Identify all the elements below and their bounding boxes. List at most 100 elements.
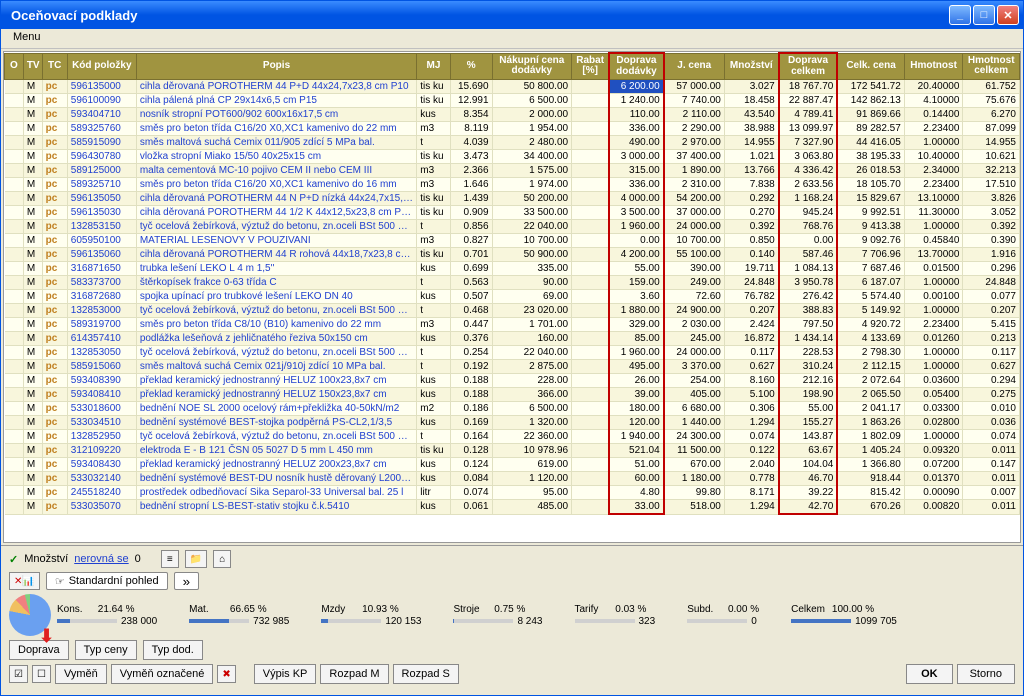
table-cell	[572, 500, 610, 515]
column-header[interactable]: TV	[23, 53, 42, 80]
table-row[interactable]: Mpc593408390překlad keramický jednostran…	[5, 374, 1020, 388]
table-cell: 254.00	[664, 374, 725, 388]
table-row[interactable]: Mpc585915090směs maltová suchá Cemix 011…	[5, 136, 1020, 150]
table-cell: 8.160	[724, 374, 778, 388]
remove-button[interactable]: ✖	[217, 665, 235, 683]
table-row[interactable]: Mpc596430780vložka stropní Miako 15/50 4…	[5, 150, 1020, 164]
table-row[interactable]: Mpc593408430překlad keramický jednostran…	[5, 458, 1020, 472]
typ-ceny-button[interactable]: Typ ceny	[75, 640, 137, 660]
maximize-button[interactable]: □	[973, 5, 995, 25]
table-cell: 1 120.00	[492, 472, 572, 486]
column-header[interactable]: Doprava dodávky	[609, 53, 663, 80]
table-cell	[572, 192, 610, 206]
filter-tool-1[interactable]: ≡	[161, 550, 179, 568]
table-row[interactable]: Mpc585915060směs maltová suchá Cemix 021…	[5, 360, 1020, 374]
view-next-button[interactable]: »	[174, 572, 199, 590]
table-cell: 0.376	[450, 332, 492, 346]
column-header[interactable]: Nákupní cena dodávky	[492, 53, 572, 80]
data-grid[interactable]: OTVTCKód položkyPopisMJ%Nákupní cena dod…	[3, 51, 1021, 543]
table-row[interactable]: Mpc589319700směs pro beton třída C8/10 (…	[5, 318, 1020, 332]
table-cell	[5, 486, 24, 500]
table-cell: 1 168.24	[779, 192, 838, 206]
ok-button[interactable]: OK	[906, 664, 953, 684]
vymen-button[interactable]: Vyměň	[55, 664, 107, 684]
table-row[interactable]: Mpc132853150tyč ocelová žebírková, výztu…	[5, 220, 1020, 234]
rozpad-s-button[interactable]: Rozpad S	[393, 664, 459, 684]
menu-item[interactable]: Menu	[7, 29, 47, 45]
stat-mat: Mat. 66.65 % 732 985	[189, 604, 289, 627]
table-row[interactable]: Mpc596135030cihla děrovaná POROTHERM 44 …	[5, 206, 1020, 220]
clear-filter-icon[interactable]: ✕📊	[9, 572, 40, 590]
table-row[interactable]: Mpc316872680spojka upínací pro trubkové …	[5, 290, 1020, 304]
table-cell: pc	[42, 80, 67, 94]
table-row[interactable]: Mpc132853000tyč ocelová žebírková, výztu…	[5, 304, 1020, 318]
column-header[interactable]: J. cena	[664, 53, 725, 80]
table-row[interactable]: Mpc132852950tyč ocelová žebírková, výztu…	[5, 430, 1020, 444]
close-button[interactable]: ✕	[997, 5, 1019, 25]
uncheck-all-button[interactable]: ☐	[32, 665, 51, 683]
column-header[interactable]: Hmotnost	[904, 53, 963, 80]
table-row[interactable]: Mpc593408410překlad keramický jednostran…	[5, 388, 1020, 402]
table-row[interactable]: Mpc596135060cihla děrovaná POROTHERM 44 …	[5, 248, 1020, 262]
table-cell: 3.473	[450, 150, 492, 164]
table-cell: 0.074	[724, 430, 778, 444]
table-cell: 4 000.00	[609, 192, 663, 206]
table-row[interactable]: Mpc316871650trubka lešení LEKO L 4 m 1,5…	[5, 262, 1020, 276]
column-header[interactable]: Doprava celkem	[779, 53, 838, 80]
table-row[interactable]: Mpc312109220elektroda E - B 121 ČSN 05 5…	[5, 444, 1020, 458]
table-cell: M	[23, 444, 42, 458]
filter-operator-link[interactable]: nerovná se	[74, 553, 128, 565]
table-row[interactable]: Mpc533035070bednění stropní LS-BEST-stat…	[5, 500, 1020, 515]
column-header[interactable]: TC	[42, 53, 67, 80]
table-row[interactable]: Mpc596135050cihla děrovaná POROTHERM 44 …	[5, 192, 1020, 206]
column-header[interactable]: Hmotnost celkem	[963, 53, 1020, 80]
table-cell: 245518240	[67, 486, 136, 500]
table-cell: 55.00	[609, 262, 663, 276]
storno-button[interactable]: Storno	[957, 664, 1015, 684]
table-row[interactable]: Mpc589325710směs pro beton třída C16/20 …	[5, 178, 1020, 192]
column-header[interactable]: O	[5, 53, 24, 80]
table-row[interactable]: Mpc596100090cihla pálená plná CP 29x14x6…	[5, 94, 1020, 108]
column-header[interactable]: %	[450, 53, 492, 80]
table-row[interactable]: Mpc245518240prostředek odbedňovací Sika …	[5, 486, 1020, 500]
table-row[interactable]: Mpc589325760směs pro beton třída C16/20 …	[5, 122, 1020, 136]
check-all-button[interactable]: ☑	[9, 665, 28, 683]
table-cell: M	[23, 304, 42, 318]
column-header[interactable]: Popis	[136, 53, 416, 80]
filter-tool-3[interactable]: ⌂	[213, 550, 231, 568]
column-header[interactable]: Kód položky	[67, 53, 136, 80]
table-cell: 2 112.15	[837, 360, 904, 374]
column-header[interactable]: Celk. cena	[837, 53, 904, 80]
view-row: ✕📊 ☞ Standardní pohled »	[9, 572, 1015, 590]
vypis-kp-button[interactable]: Výpis KP	[254, 664, 317, 684]
table-cell: 3 000.00	[609, 150, 663, 164]
table-cell: 619.00	[492, 458, 572, 472]
typ-dod-button[interactable]: Typ dod.	[143, 640, 203, 660]
filter-tool-2[interactable]: 📁	[185, 550, 207, 568]
table-row[interactable]: Mpc132853050tyč ocelová žebírková, výztu…	[5, 346, 1020, 360]
table-row[interactable]: Mpc533018600bednění NOE SL 2000 ocelový …	[5, 402, 1020, 416]
table-cell: tis ku	[417, 444, 450, 458]
table-cell: 46.70	[779, 472, 838, 486]
table-cell: 1.294	[724, 500, 778, 515]
table-cell: 6 500.00	[492, 402, 572, 416]
column-header[interactable]: MJ	[417, 53, 450, 80]
table-cell: 0.275	[963, 388, 1020, 402]
view-select[interactable]: ☞ Standardní pohled	[46, 572, 168, 590]
table-row[interactable]: Mpc533034510bednění systémové BEST-stojk…	[5, 416, 1020, 430]
table-row[interactable]: Mpc605950100MATERIAL LESENOVY V POUZIVAN…	[5, 234, 1020, 248]
table-row[interactable]: Mpc533032140bednění systémové BEST-DU no…	[5, 472, 1020, 486]
column-header[interactable]: Množství	[724, 53, 778, 80]
table-row[interactable]: Mpc589125000malta cementová MC-10 pojivo…	[5, 164, 1020, 178]
table-row[interactable]: Mpc593404710nosník stropní POT600/902 60…	[5, 108, 1020, 122]
table-cell	[5, 276, 24, 290]
rozpad-m-button[interactable]: Rozpad M	[320, 664, 388, 684]
vymen-oznacene-button[interactable]: Vyměň označené	[111, 664, 214, 684]
table-row[interactable]: Mpc614357410podlážka lešeňová z jehlična…	[5, 332, 1020, 346]
minimize-button[interactable]: _	[949, 5, 971, 25]
table-cell: kus	[417, 108, 450, 122]
table-row[interactable]: Mpc596135000cihla děrovaná POROTHERM 44 …	[5, 80, 1020, 94]
table-row[interactable]: Mpc583373700štěrkopísek frakce 0-63 tříd…	[5, 276, 1020, 290]
table-cell: 1 434.14	[779, 332, 838, 346]
column-header[interactable]: Rabat [%]	[572, 53, 610, 80]
